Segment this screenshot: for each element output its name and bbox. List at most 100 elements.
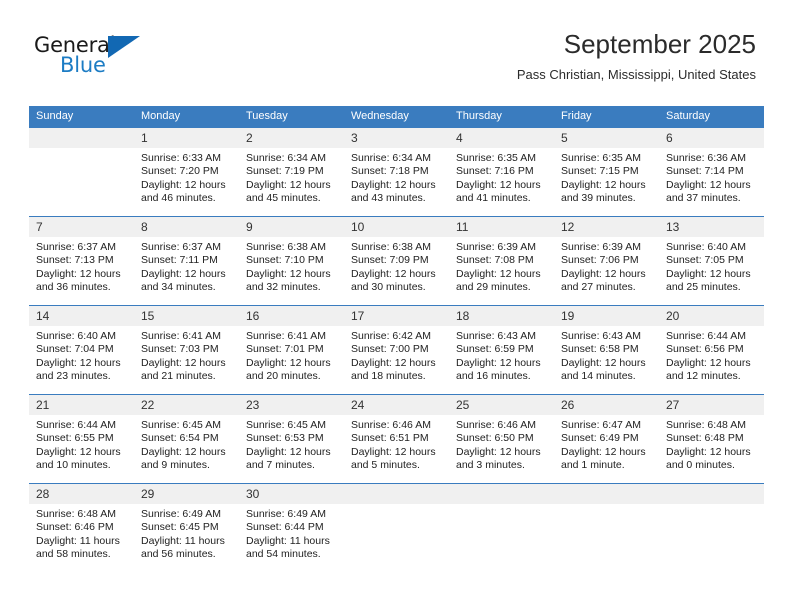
day-number: 13 [659, 217, 764, 237]
daylight-text: Daylight: 12 hours and 45 minutes. [246, 178, 331, 205]
calendar-day-cell[interactable]: 14 Sunrise: 6:40 AM Sunset: 7:04 PM Dayligh… [29, 305, 134, 395]
weekday-header-saturday: Saturday [659, 106, 764, 128]
weekday-header-friday: Friday [554, 106, 659, 128]
calendar-day-cell[interactable]: 1 Sunrise: 6:33 AM Sunset: 7:20 PM Daylight… [134, 127, 239, 217]
daylight-text: Daylight: 12 hours and 32 minutes. [246, 267, 331, 294]
calendar-day-cell[interactable]: 17 Sunrise: 6:42 AM Sunset: 7:00 PM Dayligh… [344, 305, 449, 395]
sunrise-text: Sunrise: 6:45 AM [246, 419, 326, 431]
calendar-day-cell[interactable]: 9 Sunrise: 6:38 AM Sunset: 7:10 PM Daylight… [239, 216, 344, 306]
calendar-day-cell[interactable]: 28 Sunrise: 6:48 AM Sunset: 6:46 PM Dayligh… [29, 483, 134, 572]
calendar-day-cell[interactable]: 29 Sunrise: 6:49 AM Sunset: 6:45 PM Dayligh… [134, 483, 239, 572]
calendar-day-cell[interactable]: 11 Sunrise: 6:39 AM Sunset: 7:08 PM Dayligh… [449, 216, 554, 306]
sunrise-text: Sunrise: 6:34 AM [246, 152, 326, 164]
sunset-text: Sunset: 7:04 PM [36, 343, 114, 356]
calendar-day-cell[interactable]: 13 Sunrise: 6:40 AM Sunset: 7:05 PM Dayligh… [659, 216, 764, 306]
calendar-day-cell[interactable]: 23 Sunrise: 6:45 AM Sunset: 6:53 PM Dayligh… [239, 394, 344, 484]
weekday-header-row: Sunday Monday Tuesday Wednesday Thursday… [29, 106, 764, 128]
calendar-day-cell-empty [449, 483, 554, 572]
sunset-text: Sunset: 6:55 PM [36, 432, 114, 445]
calendar-day-cell[interactable]: 21 Sunrise: 6:44 AM Sunset: 6:55 PM Dayligh… [29, 394, 134, 484]
calendar-body: 1 Sunrise: 6:33 AM Sunset: 7:20 PM Daylight… [29, 127, 764, 572]
title-block: September 2025 Pass Christian, Mississip… [517, 28, 756, 83]
day-number: 17 [344, 306, 449, 326]
weekday-header-sunday: Sunday [29, 106, 134, 128]
logo-triangle-icon [108, 36, 140, 58]
daylight-text: Daylight: 12 hours and 1 minute. [561, 445, 646, 472]
sunset-text: Sunset: 7:03 PM [141, 343, 219, 356]
calendar-day-cell[interactable]: 15 Sunrise: 6:41 AM Sunset: 7:03 PM Dayligh… [134, 305, 239, 395]
daylight-text: Daylight: 12 hours and 7 minutes. [246, 445, 331, 472]
day-number: 16 [239, 306, 344, 326]
day-number: 11 [449, 217, 554, 237]
day-number: 28 [29, 484, 134, 504]
calendar-day-cell[interactable]: 24 Sunrise: 6:46 AM Sunset: 6:51 PM Dayligh… [344, 394, 449, 484]
day-number: 7 [29, 217, 134, 237]
sunset-text: Sunset: 7:16 PM [456, 165, 534, 178]
day-details: Sunrise: 6:36 AM Sunset: 7:14 PM Daylight:… [659, 148, 764, 206]
sunrise-text: Sunrise: 6:40 AM [666, 241, 746, 253]
sunrise-text: Sunrise: 6:43 AM [561, 330, 641, 342]
generalblue-logo[interactable]: General Blue [34, 33, 154, 79]
day-number [659, 484, 764, 504]
day-details: Sunrise: 6:38 AM Sunset: 7:10 PM Daylight:… [239, 237, 344, 295]
calendar-day-cell[interactable]: 2 Sunrise: 6:34 AM Sunset: 7:19 PM Daylight… [239, 127, 344, 217]
day-details: Sunrise: 6:43 AM Sunset: 6:59 PM Daylight:… [449, 326, 554, 384]
calendar-day-cell[interactable]: 8 Sunrise: 6:37 AM Sunset: 7:11 PM Daylight… [134, 216, 239, 306]
day-details: Sunrise: 6:47 AM Sunset: 6:49 PM Daylight:… [554, 415, 659, 473]
calendar-day-cell[interactable]: 10 Sunrise: 6:38 AM Sunset: 7:09 PM Dayligh… [344, 216, 449, 306]
day-details: Sunrise: 6:42 AM Sunset: 7:00 PM Daylight:… [344, 326, 449, 384]
sunrise-text: Sunrise: 6:42 AM [351, 330, 431, 342]
day-number: 6 [659, 128, 764, 148]
day-details: Sunrise: 6:49 AM Sunset: 6:44 PM Daylight:… [239, 504, 344, 562]
calendar-day-cell[interactable]: 19 Sunrise: 6:43 AM Sunset: 6:58 PM Dayligh… [554, 305, 659, 395]
calendar-day-cell[interactable]: 16 Sunrise: 6:41 AM Sunset: 7:01 PM Dayligh… [239, 305, 344, 395]
sunset-text: Sunset: 6:54 PM [141, 432, 219, 445]
day-number: 3 [344, 128, 449, 148]
calendar-day-cell[interactable]: 30 Sunrise: 6:49 AM Sunset: 6:44 PM Dayligh… [239, 483, 344, 572]
calendar-week-row: 1 Sunrise: 6:33 AM Sunset: 7:20 PM Daylight… [29, 127, 764, 217]
sunset-text: Sunset: 7:10 PM [246, 254, 324, 267]
day-details: Sunrise: 6:41 AM Sunset: 7:01 PM Daylight:… [239, 326, 344, 384]
sunrise-text: Sunrise: 6:48 AM [666, 419, 746, 431]
calendar-day-cell[interactable]: 25 Sunrise: 6:46 AM Sunset: 6:50 PM Dayligh… [449, 394, 554, 484]
day-details: Sunrise: 6:40 AM Sunset: 7:04 PM Daylight:… [29, 326, 134, 384]
sunset-text: Sunset: 7:18 PM [351, 165, 429, 178]
day-number: 21 [29, 395, 134, 415]
daylight-text: Daylight: 11 hours and 58 minutes. [36, 534, 120, 561]
daylight-text: Daylight: 12 hours and 37 minutes. [666, 178, 751, 205]
sunset-text: Sunset: 6:49 PM [561, 432, 639, 445]
location-subtitle: Pass Christian, Mississippi, United Stat… [516, 67, 756, 82]
daylight-text: Daylight: 12 hours and 16 minutes. [456, 356, 541, 383]
calendar-day-cell[interactable]: 20 Sunrise: 6:44 AM Sunset: 6:56 PM Dayligh… [659, 305, 764, 395]
day-details: Sunrise: 6:44 AM Sunset: 6:55 PM Daylight:… [29, 415, 134, 473]
calendar-day-cell[interactable]: 22 Sunrise: 6:45 AM Sunset: 6:54 PM Dayligh… [134, 394, 239, 484]
calendar-day-cell-empty [29, 127, 134, 217]
calendar-day-cell[interactable]: 4 Sunrise: 6:35 AM Sunset: 7:16 PM Daylight… [449, 127, 554, 217]
sunrise-text: Sunrise: 6:35 AM [561, 152, 641, 164]
sunrise-text: Sunrise: 6:44 AM [666, 330, 746, 342]
day-number: 2 [239, 128, 344, 148]
sunrise-text: Sunrise: 6:41 AM [246, 330, 326, 342]
sunset-text: Sunset: 7:08 PM [456, 254, 534, 267]
sunrise-text: Sunrise: 6:38 AM [246, 241, 326, 253]
calendar-day-cell[interactable]: 5 Sunrise: 6:35 AM Sunset: 7:15 PM Daylight… [554, 127, 659, 217]
day-details: Sunrise: 6:39 AM Sunset: 7:06 PM Daylight:… [554, 237, 659, 295]
calendar-day-cell[interactable]: 3 Sunrise: 6:34 AM Sunset: 7:18 PM Daylight… [344, 127, 449, 217]
calendar-day-cell[interactable]: 12 Sunrise: 6:39 AM Sunset: 7:06 PM Dayligh… [554, 216, 659, 306]
day-details: Sunrise: 6:43 AM Sunset: 6:58 PM Daylight:… [554, 326, 659, 384]
calendar-day-cell[interactable]: 18 Sunrise: 6:43 AM Sunset: 6:59 PM Dayligh… [449, 305, 554, 395]
daylight-text: Daylight: 12 hours and 30 minutes. [351, 267, 436, 294]
sunset-text: Sunset: 7:09 PM [351, 254, 429, 267]
calendar-day-cell[interactable]: 27 Sunrise: 6:48 AM Sunset: 6:48 PM Dayligh… [659, 394, 764, 484]
calendar-day-cell[interactable]: 7 Sunrise: 6:37 AM Sunset: 7:13 PM Daylight… [29, 216, 134, 306]
daylight-text: Daylight: 12 hours and 9 minutes. [141, 445, 226, 472]
sunset-text: Sunset: 6:53 PM [246, 432, 324, 445]
calendar-day-cell[interactable]: 6 Sunrise: 6:36 AM Sunset: 7:14 PM Daylight… [659, 127, 764, 217]
day-number: 25 [449, 395, 554, 415]
daylight-text: Daylight: 12 hours and 18 minutes. [351, 356, 436, 383]
day-number [344, 484, 449, 504]
day-number: 23 [239, 395, 344, 415]
calendar-day-cell[interactable]: 26 Sunrise: 6:47 AM Sunset: 6:49 PM Dayligh… [554, 394, 659, 484]
day-number: 5 [554, 128, 659, 148]
sunrise-text: Sunrise: 6:38 AM [351, 241, 431, 253]
